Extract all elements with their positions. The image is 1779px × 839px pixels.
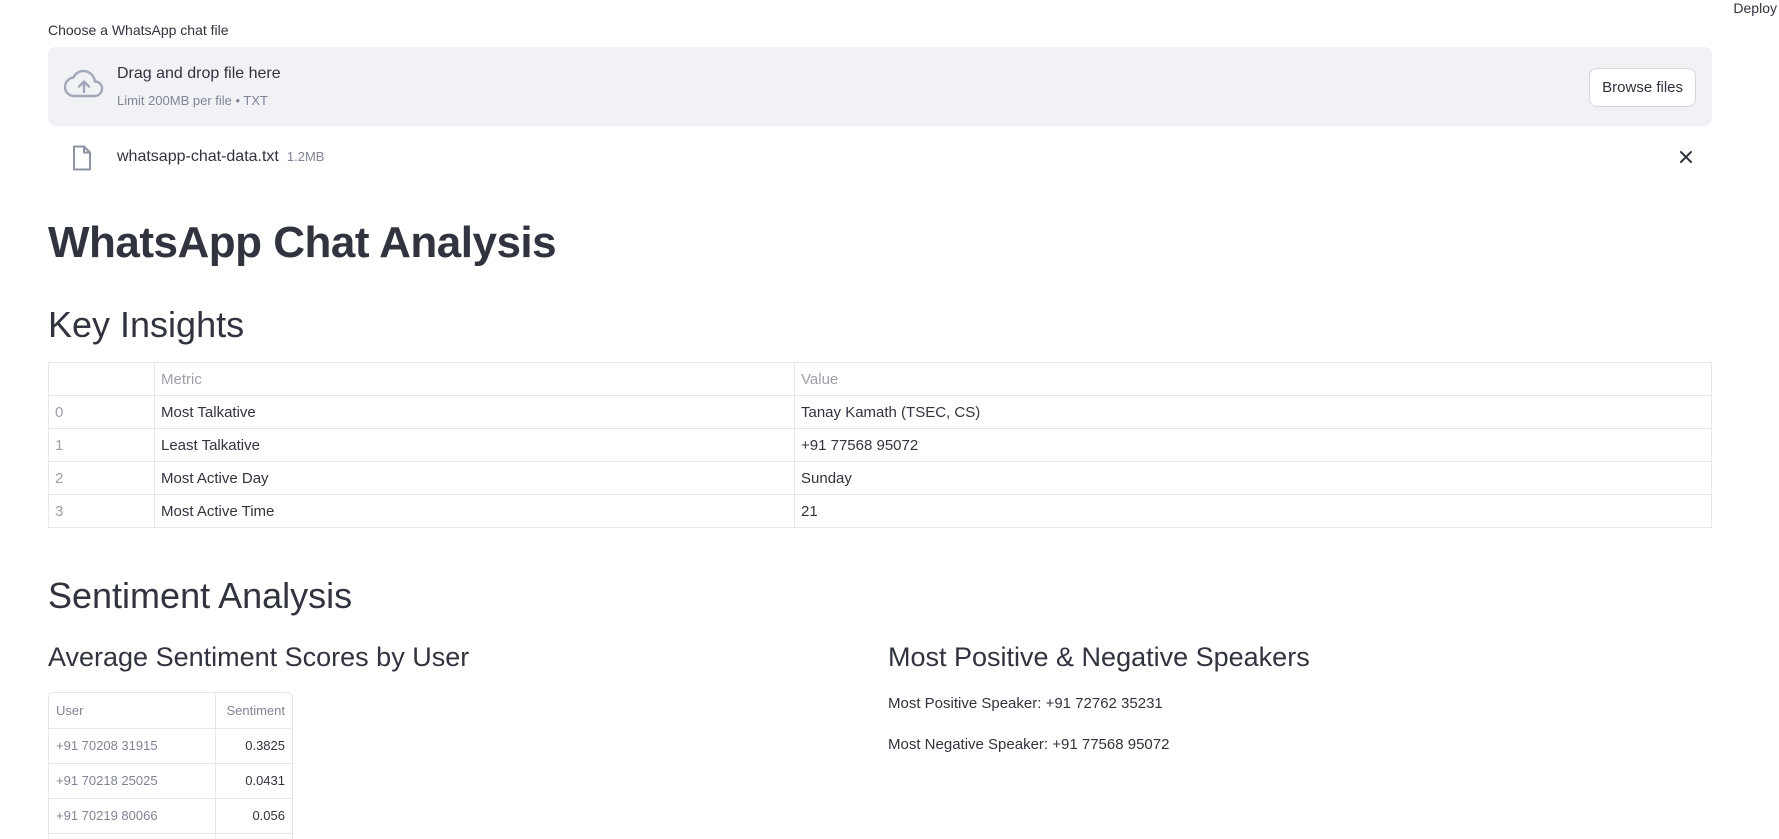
table-row: 3 Most Active Time 21: [48, 494, 1712, 528]
row-index: 0: [48, 395, 155, 429]
row-value: Sunday: [794, 461, 1712, 495]
sentiment-table: User Sentiment +91 70208 31915 0.3825 +9…: [49, 693, 292, 839]
file-name-text: whatsapp-chat-data.txt: [117, 148, 279, 165]
row-value: Tanay Kamath (TSEC, CS): [794, 395, 1712, 429]
app-page: Deploy Choose a WhatsApp chat file Drag …: [0, 0, 1779, 839]
page-title: WhatsApp Chat Analysis: [48, 218, 557, 267]
row-index: 1: [48, 428, 155, 462]
speakers-heading: Most Positive & Negative Speakers: [888, 642, 1310, 672]
file-dropzone[interactable]: Drag and drop file here Limit 200MB per …: [48, 47, 1712, 126]
avg-sentiment-heading: Average Sentiment Scores by User: [48, 642, 470, 672]
file-size: 1.2MB: [286, 149, 325, 164]
close-icon[interactable]: [1678, 149, 1694, 165]
row-metric: Least Talkative: [154, 428, 795, 462]
sentiment-heading: Sentiment Analysis: [48, 575, 353, 616]
row-user[interactable]: +91 70218 25025: [49, 763, 215, 799]
value-header: Value: [794, 362, 1712, 396]
row-score[interactable]: 0.0431: [214, 763, 292, 799]
row-value: 21: [794, 494, 1712, 528]
row-user[interactable]: +91 70208 31915: [49, 728, 215, 764]
metric-header: Metric: [154, 362, 795, 396]
row-metric: Most Talkative: [154, 395, 795, 429]
table-row: 0 Most Talkative Tanay Kamath (TSEC, CS): [48, 395, 1712, 429]
row-index: 2: [48, 461, 155, 495]
table-row: +91 70208 31915 0.3825: [49, 728, 292, 764]
table-row: 2 Most Active Day Sunday: [48, 461, 1712, 495]
table-header-row: User Sentiment: [49, 693, 292, 729]
user-header[interactable]: User: [49, 693, 215, 729]
index-header: [48, 362, 155, 396]
table-row: 1 Least Talkative +91 77568 95072: [48, 428, 1712, 462]
cloud-upload-icon: [64, 69, 104, 98]
table-header-row: Metric Value: [48, 362, 1712, 396]
dropzone-title: Drag and drop file here: [117, 65, 281, 82]
row-score[interactable]: 0.056: [214, 798, 292, 834]
table-row: +91 70218 25025 0.0431: [49, 763, 292, 799]
row-score[interactable]: 0.3825: [214, 728, 292, 764]
row-value: +91 77568 95072: [794, 428, 1712, 462]
sentiment-dataframe[interactable]: User Sentiment +91 70208 31915 0.3825 +9…: [48, 692, 293, 839]
key-insights-heading: Key Insights: [48, 304, 245, 345]
row-score[interactable]: [214, 833, 292, 839]
uploader-label: Choose a WhatsApp chat file: [48, 22, 229, 38]
row-index: 3: [48, 494, 155, 528]
most-positive-speaker: Most Positive Speaker: +91 72762 35231: [888, 695, 1163, 712]
row-metric: Most Active Time: [154, 494, 795, 528]
uploaded-file-name: whatsapp-chat-data.txt 1.2MB: [117, 148, 324, 166]
dropzone-limit: Limit 200MB per file • TXT: [117, 93, 268, 108]
row-user[interactable]: [49, 833, 215, 839]
key-insights-table: Metric Value 0 Most Talkative Tanay Kama…: [48, 362, 1712, 528]
row-user[interactable]: +91 70219 80066: [49, 798, 215, 834]
table-row: +91 70219 80066 0.056: [49, 798, 292, 834]
sentiment-header[interactable]: Sentiment: [214, 693, 292, 729]
table-row: [49, 833, 292, 839]
browse-files-button[interactable]: Browse files: [1589, 68, 1696, 107]
most-negative-speaker: Most Negative Speaker: +91 77568 95072: [888, 736, 1170, 753]
file-icon: [73, 145, 91, 171]
deploy-button[interactable]: Deploy: [1733, 0, 1777, 16]
row-metric: Most Active Day: [154, 461, 795, 495]
uploaded-file-row: whatsapp-chat-data.txt 1.2MB: [48, 140, 1712, 174]
